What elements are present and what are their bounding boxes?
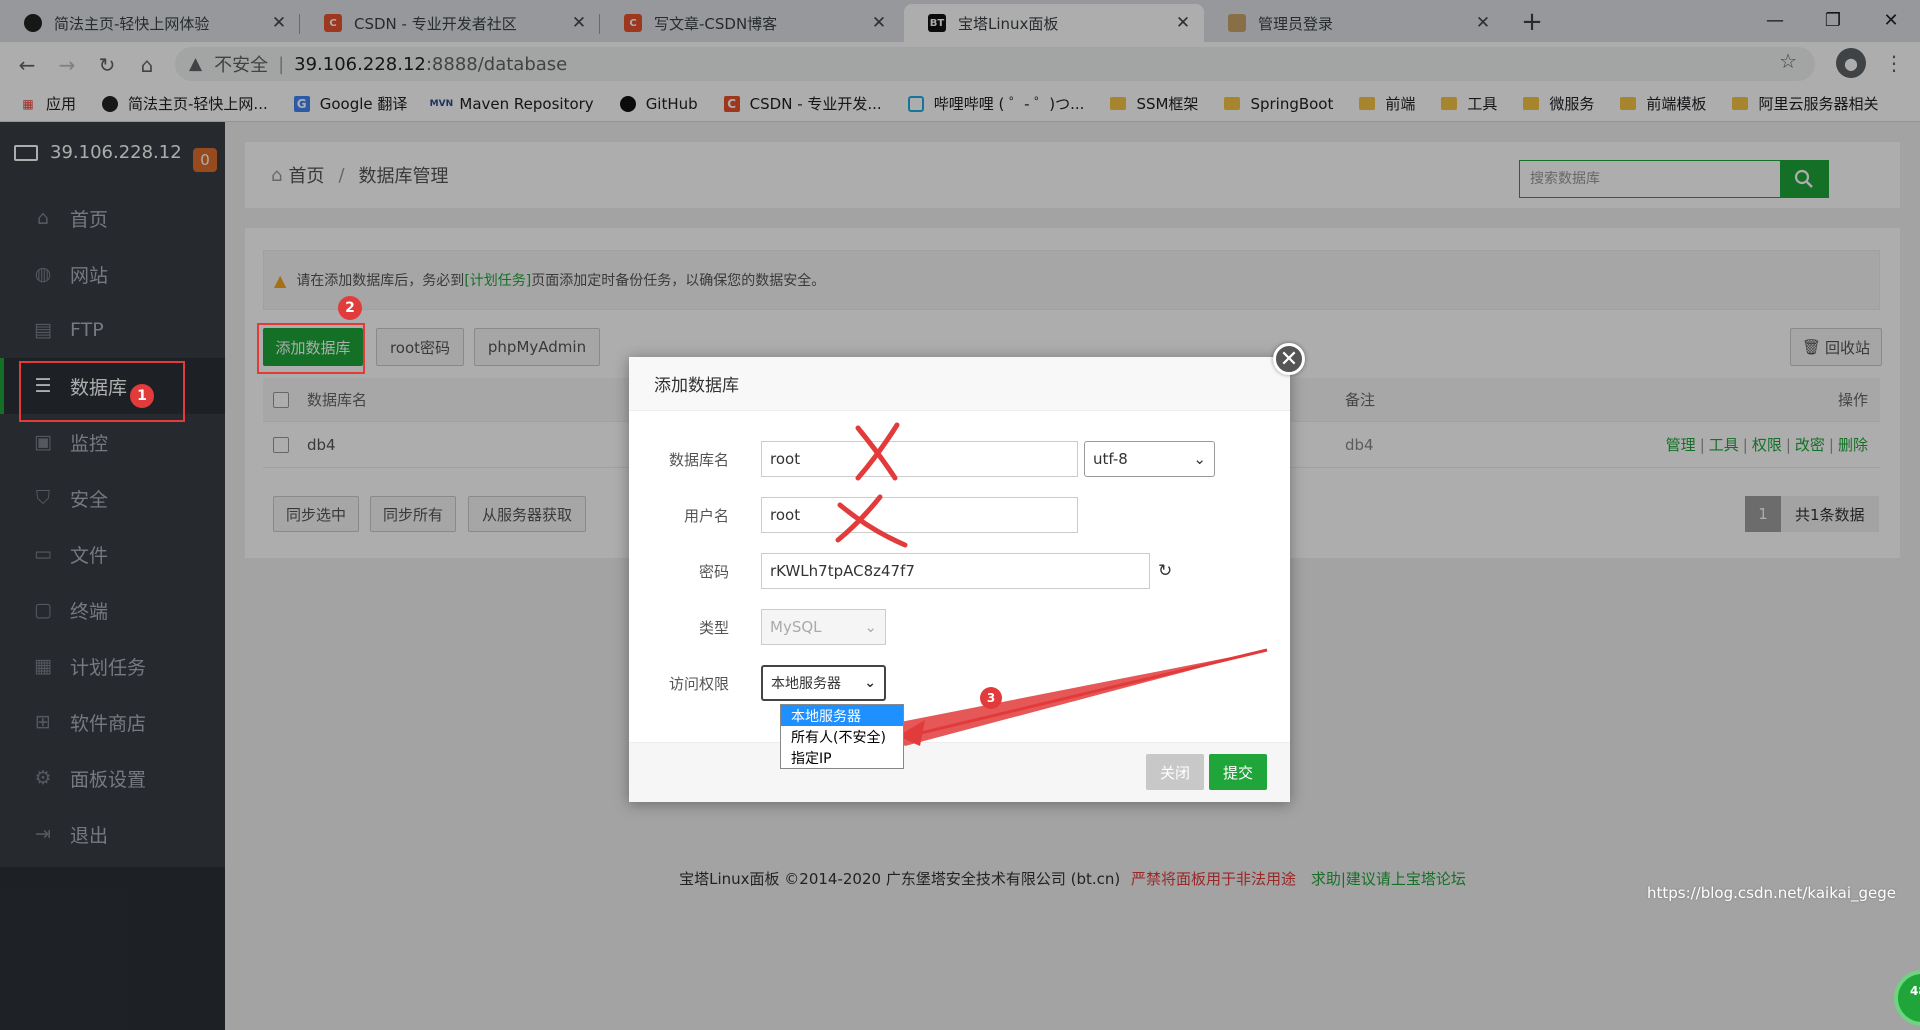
dialog-title: 添加数据库 <box>629 357 1290 411</box>
chevron-down-icon: ⌄ <box>864 618 877 636</box>
annotation-step-1: 1 <box>130 384 154 408</box>
annotation-step-3: 3 <box>980 687 1002 709</box>
access-value: 本地服务器 <box>771 676 841 692</box>
chevron-down-icon: ⌄ <box>1193 450 1206 468</box>
watermark: https://blog.csdn.net/kaikai_gege <box>1646 884 1896 902</box>
access-label: 访问权限 <box>668 674 729 693</box>
type-label: 类型 <box>698 618 729 637</box>
access-select[interactable]: 本地服务器 ⌄ <box>761 665 886 701</box>
access-option-local[interactable]: 本地服务器 <box>781 705 903 726</box>
access-option-specific-ip[interactable]: 指定IP <box>781 747 903 768</box>
password-input[interactable]: rKWLh7tpAC8z47f7 <box>761 553 1150 589</box>
close-button[interactable]: 关闭 <box>1146 754 1204 790</box>
refresh-password-icon[interactable]: ↻ <box>1158 561 1172 581</box>
charset-select[interactable]: utf-8 ⌄ <box>1084 441 1215 477</box>
annotation-box-add <box>257 323 365 374</box>
chevron-down-icon: ⌄ <box>864 675 876 691</box>
type-select: MySQL ⌄ <box>761 609 886 645</box>
access-option-everyone[interactable]: 所有人(不安全) <box>781 726 903 747</box>
username-input[interactable]: root <box>761 497 1078 533</box>
username-label: 用户名 <box>683 506 729 525</box>
charset-value: utf-8 <box>1093 450 1128 468</box>
access-dropdown-list: 本地服务器 所有人(不安全) 指定IP <box>780 704 904 769</box>
annotation-step-2: 2 <box>338 296 362 320</box>
add-database-dialog: 添加数据库 数据库名 root utf-8 ⌄ 用户名 root 密码 rKWL… <box>629 357 1290 802</box>
type-value: MySQL <box>770 618 822 636</box>
password-label: 密码 <box>698 562 729 581</box>
dialog-close-icon[interactable]: ✕ <box>1273 343 1305 375</box>
submit-button[interactable]: 提交 <box>1209 754 1267 790</box>
dbname-label: 数据库名 <box>668 450 729 469</box>
dbname-input[interactable]: root <box>761 441 1078 477</box>
annotation-box-database <box>19 361 185 422</box>
